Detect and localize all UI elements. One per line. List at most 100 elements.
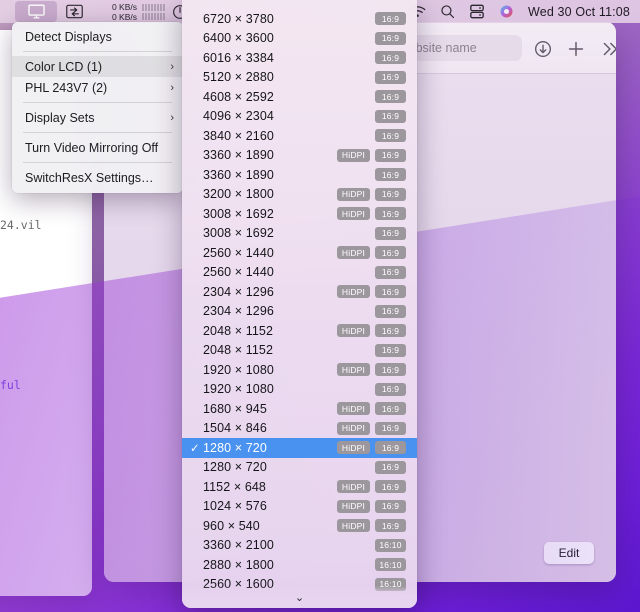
resolution-row[interactable]: 1680 × 945 HiDPI 16:9: [182, 399, 417, 419]
resolution-badges: HiDPI 16:9: [337, 148, 406, 162]
spotlight-search-icon[interactable]: [440, 4, 455, 19]
display-menu-item[interactable]: PHL 243V7 (2) ›: [12, 77, 183, 98]
resolution-row[interactable]: 6720 × 3780 16:9: [182, 9, 417, 29]
network-speed-indicator[interactable]: 0 KB/s 0 KB/s: [97, 0, 165, 23]
resolution-row[interactable]: 3360 × 1890 HiDPI 16:9: [182, 146, 417, 166]
aspect-ratio-badge: 16:9: [375, 51, 406, 65]
resolution-row[interactable]: 1504 × 846 HiDPI 16:9: [182, 419, 417, 439]
resolution-label: 6400 × 3600: [203, 31, 274, 46]
display-menu-item-label: Display Sets: [25, 110, 95, 125]
network-bar-graph: [142, 3, 165, 20]
submenu-chevron-right-icon: ›: [170, 111, 174, 124]
editor-text-line: ful: [0, 378, 21, 392]
resolution-badges: 16:9: [337, 168, 406, 182]
resolution-badges: HiDPI 16:9: [337, 207, 406, 221]
aspect-ratio-badge: 16:9: [375, 168, 406, 182]
resolution-label: 2560 × 1440: [203, 245, 274, 260]
resolution-row[interactable]: 3008 × 1692 HiDPI 16:9: [182, 204, 417, 224]
aspect-ratio-badge: 16:10: [375, 558, 406, 572]
aspect-ratio-badge: 16:9: [375, 460, 406, 474]
resolution-badges: HiDPI 16:9: [337, 441, 406, 455]
resolution-badges: HiDPI 16:9: [337, 363, 406, 377]
resolution-badges: 16:10: [337, 538, 406, 552]
resolution-row[interactable]: 2560 × 1440 16:9: [182, 263, 417, 283]
display-menu-item[interactable]: Display Sets ›: [12, 107, 183, 128]
display-menu-item-label: PHL 243V7 (2): [25, 80, 108, 95]
chevron-double-right-icon[interactable]: [598, 38, 616, 60]
plus-new-tab-icon[interactable]: [565, 38, 587, 60]
resolution-label: 6016 × 3384: [203, 50, 274, 65]
edit-button[interactable]: Edit: [544, 542, 594, 564]
aspect-ratio-badge: 16:9: [375, 207, 406, 221]
resolution-row[interactable]: 2560 × 1440 HiDPI 16:9: [182, 243, 417, 263]
aspect-ratio-badge: 16:9: [375, 343, 406, 357]
resolution-row[interactable]: ✓ 1280 × 720 HiDPI 16:9: [182, 438, 417, 458]
resolution-badges: 16:9: [337, 265, 406, 279]
resolution-badges: 16:9: [337, 31, 406, 45]
resolution-row[interactable]: 2304 × 1296 HiDPI 16:9: [182, 282, 417, 302]
resolution-badges: 16:9: [337, 304, 406, 318]
resolution-badges: HiDPI 16:9: [337, 519, 406, 533]
resolution-badges: 16:9: [337, 109, 406, 123]
resolution-row[interactable]: 3360 × 1890 16:9: [182, 165, 417, 185]
resolution-row[interactable]: 3200 × 1800 HiDPI 16:9: [182, 185, 417, 205]
menu-bar-right-items: Wed 30 Oct 11:08: [409, 0, 640, 23]
resolution-list-menu[interactable]: 6720 × 3780 16:9 6400 × 3600 16:9 6016 × 338…: [182, 0, 417, 608]
resolution-badges: HiDPI 16:9: [337, 499, 406, 513]
switchresx-display-menu[interactable]: Detect Displays Color LCD (1) › PHL 243V7 (…: [12, 22, 183, 193]
hidpi-badge: HiDPI: [337, 421, 370, 435]
resolution-row[interactable]: 3840 × 2160 16:9: [182, 126, 417, 146]
resolution-row[interactable]: 1280 × 720 16:9: [182, 458, 417, 478]
resolution-row[interactable]: 3008 × 1692 16:9: [182, 224, 417, 244]
display-menu-item-label: SwitchResX Settings…: [25, 170, 154, 185]
clock-label[interactable]: Wed 30 Oct 11:08: [528, 5, 630, 19]
display-menu-item[interactable]: SwitchResX Settings…: [12, 167, 183, 188]
resolution-badges: 16:9: [337, 70, 406, 84]
battery-status-icon[interactable]: [469, 4, 485, 19]
hidpi-badge: HiDPI: [337, 402, 370, 416]
submenu-chevron-right-icon: ›: [170, 81, 174, 94]
resolution-badges: 16:10: [337, 558, 406, 572]
resolution-label: 1280 × 720: [203, 460, 267, 475]
resolution-row[interactable]: 5120 × 2880 16:9: [182, 68, 417, 88]
aspect-ratio-badge: 16:9: [375, 324, 406, 338]
display-menu-item[interactable]: Color LCD (1) ›: [12, 56, 183, 77]
resolution-row[interactable]: 1920 × 1080 16:9: [182, 380, 417, 400]
resolution-row[interactable]: 2880 × 1800 16:10: [182, 555, 417, 575]
resolution-badges: HiDPI 16:9: [337, 421, 406, 435]
siri-icon[interactable]: [499, 4, 514, 19]
hidpi-badge: HiDPI: [337, 324, 370, 338]
aspect-ratio-badge: 16:9: [375, 31, 406, 45]
resolution-badges: HiDPI 16:9: [337, 324, 406, 338]
resolution-row[interactable]: 1152 × 648 HiDPI 16:9: [182, 477, 417, 497]
resolution-label: 3008 × 1692: [203, 226, 274, 241]
resolution-label: 2880 × 1800: [203, 557, 274, 572]
aspect-ratio-badge: 16:10: [375, 538, 406, 552]
display-menu-item[interactable]: Turn Video Mirroring Off: [12, 137, 183, 158]
resolution-row[interactable]: 6016 × 3384 16:9: [182, 48, 417, 68]
resolution-row[interactable]: 6400 × 3600 16:9: [182, 29, 417, 49]
hidpi-badge: HiDPI: [337, 499, 370, 513]
resolution-label: 5120 × 2880: [203, 70, 274, 85]
resolution-row[interactable]: 1920 × 1080 HiDPI 16:9: [182, 360, 417, 380]
resolution-label: 2304 × 1296: [203, 304, 274, 319]
resolution-row[interactable]: 3360 × 2100 16:10: [182, 536, 417, 556]
resolution-row[interactable]: 4608 × 2592 16:9: [182, 87, 417, 107]
resolution-label: 1920 × 1080: [203, 382, 274, 397]
network-transfer-icon[interactable]: [57, 0, 91, 23]
resolution-row[interactable]: 2048 × 1152 16:9: [182, 341, 417, 361]
resolution-label: 3360 × 1890: [203, 148, 274, 163]
resolution-row[interactable]: 960 × 540 HiDPI 16:9: [182, 516, 417, 536]
resolution-row[interactable]: 4096 × 2304 16:9: [182, 107, 417, 127]
display-menu-item[interactable]: Detect Displays: [12, 26, 183, 47]
scroll-down-chevron-icon[interactable]: ⌄: [182, 586, 417, 608]
download-rate-label: 0 KB/s: [111, 11, 137, 22]
resolution-row[interactable]: 2304 × 1296 16:9: [182, 302, 417, 322]
resolution-label: 2304 × 1296: [203, 284, 274, 299]
resolution-row[interactable]: 2048 × 1152 HiDPI 16:9: [182, 321, 417, 341]
resolution-label: 2560 × 1440: [203, 265, 274, 280]
display-monitor-icon[interactable]: [15, 1, 57, 22]
resolution-badges: HiDPI 16:9: [337, 246, 406, 260]
resolution-row[interactable]: 1024 × 576 HiDPI 16:9: [182, 497, 417, 517]
download-icon[interactable]: [532, 38, 554, 60]
